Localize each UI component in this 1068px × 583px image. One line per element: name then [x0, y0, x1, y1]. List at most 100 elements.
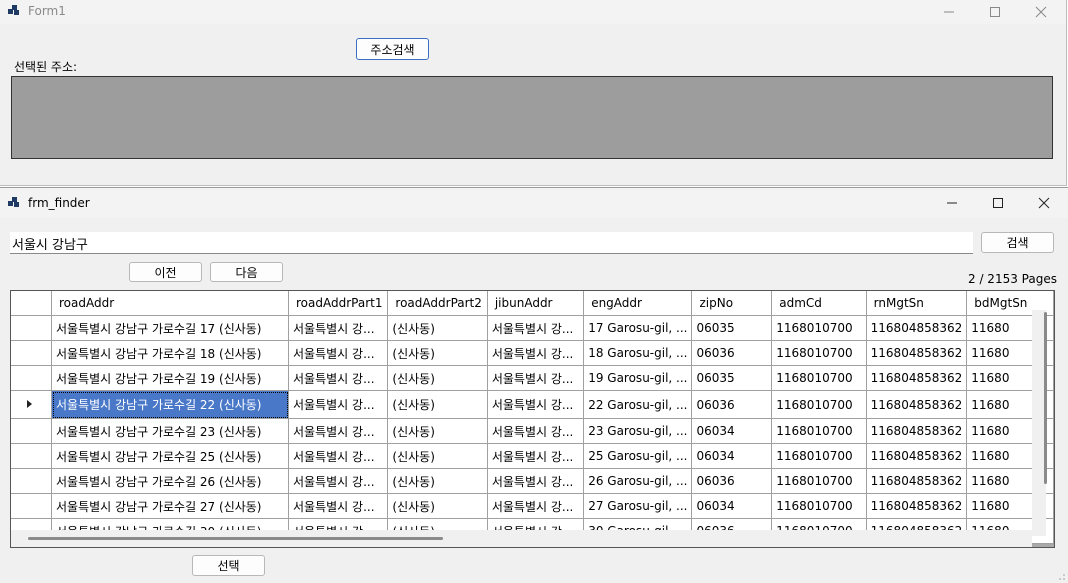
cell-zipNo[interactable]: 06034: [691, 418, 773, 444]
cell-zipNo[interactable]: 06036: [691, 468, 773, 494]
cell-roadAddrPart1[interactable]: 서울특별시 강...: [288, 468, 389, 494]
cell-admCd[interactable]: 1168010700: [771, 390, 867, 419]
cell-jibunAddr[interactable]: 서울특별시 강...: [487, 340, 585, 366]
cell-rnMgtSn[interactable]: 116804858362: [866, 340, 968, 366]
cell-roadAddrPart2[interactable]: (신사동): [387, 493, 488, 519]
row-header[interactable]: [11, 493, 52, 519]
cell-roadAddrPart1[interactable]: 서울특별시 강...: [288, 315, 389, 341]
cell-admCd[interactable]: 1168010700: [771, 468, 867, 494]
close-icon[interactable]: [1021, 191, 1067, 215]
table-row[interactable]: 서울특별시 강남구 가로수길 18 (신사동) 서울특별시 강... (신사동) 서울…: [11, 340, 1054, 366]
cell-zipNo[interactable]: 06035: [691, 315, 773, 341]
table-row[interactable]: 서울특별시 강남구 가로수길 22 (신사동) 서울특별시 강... (신사동) 서울…: [11, 390, 1054, 419]
cell-jibunAddr[interactable]: 서울특별시 강...: [487, 493, 585, 519]
cell-admCd[interactable]: 1168010700: [771, 315, 867, 341]
prev-page-button[interactable]: 이전: [129, 262, 202, 282]
table-row[interactable]: 서울특별시 강남구 가로수길 19 (신사동) 서울특별시 강... (신사동) 서울…: [11, 365, 1054, 391]
selected-address-field[interactable]: [11, 76, 1053, 159]
row-header[interactable]: [11, 418, 52, 444]
cell-admCd[interactable]: 1168010700: [771, 418, 867, 444]
select-button[interactable]: 선택: [192, 555, 265, 576]
table-row[interactable]: 서울특별시 강남구 가로수길 23 (신사동) 서울특별시 강... (신사동) 서울…: [11, 418, 1054, 444]
column-header-jibunAddr[interactable]: jibunAddr: [487, 291, 585, 316]
cell-engAddr[interactable]: 27 Garosu-gil, ...: [583, 493, 693, 519]
cell-roadAddrPart2[interactable]: (신사동): [387, 390, 488, 419]
cell-rnMgtSn[interactable]: 116804858362: [866, 315, 968, 341]
cell-roadAddr[interactable]: 서울특별시 강남구 가로수길 22 (신사동): [51, 390, 290, 419]
cell-roadAddrPart1[interactable]: 서울특별시 강...: [288, 365, 389, 391]
cell-engAddr[interactable]: 19 Garosu-gil, ...: [583, 365, 693, 391]
column-header-rnMgtSn[interactable]: rnMgtSn: [866, 291, 968, 316]
cell-roadAddr[interactable]: 서울특별시 강남구 가로수길 19 (신사동): [51, 365, 290, 391]
table-row[interactable]: 서울특별시 강남구 가로수길 26 (신사동) 서울특별시 강... (신사동) 서울…: [11, 468, 1054, 494]
minimize-icon[interactable]: [929, 191, 975, 215]
cell-roadAddrPart2[interactable]: (신사동): [387, 468, 488, 494]
next-page-button[interactable]: 다음: [210, 262, 283, 282]
cell-engAddr[interactable]: 17 Garosu-gil, ...: [583, 315, 693, 341]
cell-rnMgtSn[interactable]: 116804858362: [866, 418, 968, 444]
cell-admCd[interactable]: 1168010700: [771, 365, 867, 391]
cell-jibunAddr[interactable]: 서울특별시 강...: [487, 468, 585, 494]
row-header[interactable]: [11, 315, 52, 341]
cell-admCd[interactable]: 1168010700: [771, 340, 867, 366]
cell-engAddr[interactable]: 26 Garosu-gil, ...: [583, 468, 693, 494]
cell-roadAddr[interactable]: 서울특별시 강남구 가로수길 26 (신사동): [51, 468, 290, 494]
column-header-zipNo[interactable]: zipNo: [691, 291, 773, 316]
cell-jibunAddr[interactable]: 서울특별시 강...: [487, 443, 585, 469]
cell-zipNo[interactable]: 06035: [691, 365, 773, 391]
resize-grip-icon[interactable]: [1058, 573, 1066, 581]
cell-admCd[interactable]: 1168010700: [771, 443, 867, 469]
table-row[interactable]: 서울특별시 강남구 가로수길 27 (신사동) 서울특별시 강... (신사동) 서울…: [11, 493, 1054, 519]
cell-jibunAddr[interactable]: 서울특별시 강...: [487, 390, 585, 419]
minimize-icon[interactable]: [926, 0, 972, 24]
cell-rnMgtSn[interactable]: 116804858362: [866, 365, 968, 391]
cell-roadAddrPart2[interactable]: (신사동): [387, 340, 488, 366]
column-header-engAddr[interactable]: engAddr: [583, 291, 693, 316]
row-header[interactable]: [11, 443, 52, 469]
cell-roadAddrPart2[interactable]: (신사동): [387, 315, 488, 341]
column-header-roadAddrPart2[interactable]: roadAddrPart2: [387, 291, 488, 316]
cell-engAddr[interactable]: 23 Garosu-gil, ...: [583, 418, 693, 444]
cell-engAddr[interactable]: 18 Garosu-gil, ...: [583, 340, 693, 366]
cell-roadAddr[interactable]: 서울특별시 강남구 가로수길 25 (신사동): [51, 443, 290, 469]
row-header[interactable]: [11, 468, 52, 494]
column-header-admCd[interactable]: admCd: [771, 291, 867, 316]
results-grid[interactable]: roadAddr roadAddrPart1 roadAddrPart2 jibunA…: [10, 290, 1055, 548]
search-button[interactable]: 검색: [981, 232, 1054, 253]
cell-admCd[interactable]: 1168010700: [771, 493, 867, 519]
cell-roadAddrPart1[interactable]: 서울특별시 강...: [288, 340, 389, 366]
cell-zipNo[interactable]: 06034: [691, 493, 773, 519]
column-header-roadAddr[interactable]: roadAddr: [51, 291, 290, 316]
cell-zipNo[interactable]: 06036: [691, 390, 773, 419]
cell-rnMgtSn[interactable]: 116804858362: [866, 468, 968, 494]
cell-roadAddrPart2[interactable]: (신사동): [387, 365, 488, 391]
cell-roadAddrPart2[interactable]: (신사동): [387, 443, 488, 469]
close-icon[interactable]: [1018, 0, 1064, 24]
query-input[interactable]: 서울시 강남구: [10, 232, 973, 254]
address-search-button[interactable]: 주소검색: [356, 38, 429, 60]
cell-roadAddrPart1[interactable]: 서울특별시 강...: [288, 493, 389, 519]
cell-roadAddrPart1[interactable]: 서울특별시 강...: [288, 390, 389, 419]
cell-engAddr[interactable]: 22 Garosu-gil, ...: [583, 390, 693, 419]
cell-jibunAddr[interactable]: 서울특별시 강...: [487, 315, 585, 341]
cell-engAddr[interactable]: 25 Garosu-gil, ...: [583, 443, 693, 469]
cell-rnMgtSn[interactable]: 116804858362: [866, 390, 968, 419]
table-row[interactable]: 서울특별시 강남구 가로수길 25 (신사동) 서울특별시 강... (신사동) 서울…: [11, 443, 1054, 469]
cell-rnMgtSn[interactable]: 116804858362: [866, 443, 968, 469]
cell-roadAddr[interactable]: 서울특별시 강남구 가로수길 23 (신사동): [51, 418, 290, 444]
cell-zipNo[interactable]: 06034: [691, 443, 773, 469]
cell-roadAddrPart1[interactable]: 서울특별시 강...: [288, 443, 389, 469]
maximize-icon[interactable]: [975, 191, 1021, 215]
cell-roadAddrPart2[interactable]: (신사동): [387, 418, 488, 444]
column-header-roadAddrPart1[interactable]: roadAddrPart1: [288, 291, 389, 316]
table-row[interactable]: 서울특별시 강남구 가로수길 17 (신사동) 서울특별시 강... (신사동) 서울…: [11, 315, 1054, 341]
row-header[interactable]: [11, 365, 52, 391]
row-header[interactable]: [11, 340, 52, 366]
cell-jibunAddr[interactable]: 서울특별시 강...: [487, 418, 585, 444]
maximize-icon[interactable]: [972, 0, 1018, 24]
horizontal-scroll-thumb[interactable]: [28, 537, 443, 540]
cell-roadAddrPart1[interactable]: 서울특별시 강...: [288, 418, 389, 444]
cell-roadAddr[interactable]: 서울특별시 강남구 가로수길 27 (신사동): [51, 493, 290, 519]
vertical-scroll-thumb[interactable]: [1044, 312, 1047, 484]
cell-roadAddr[interactable]: 서울특별시 강남구 가로수길 17 (신사동): [51, 315, 290, 341]
